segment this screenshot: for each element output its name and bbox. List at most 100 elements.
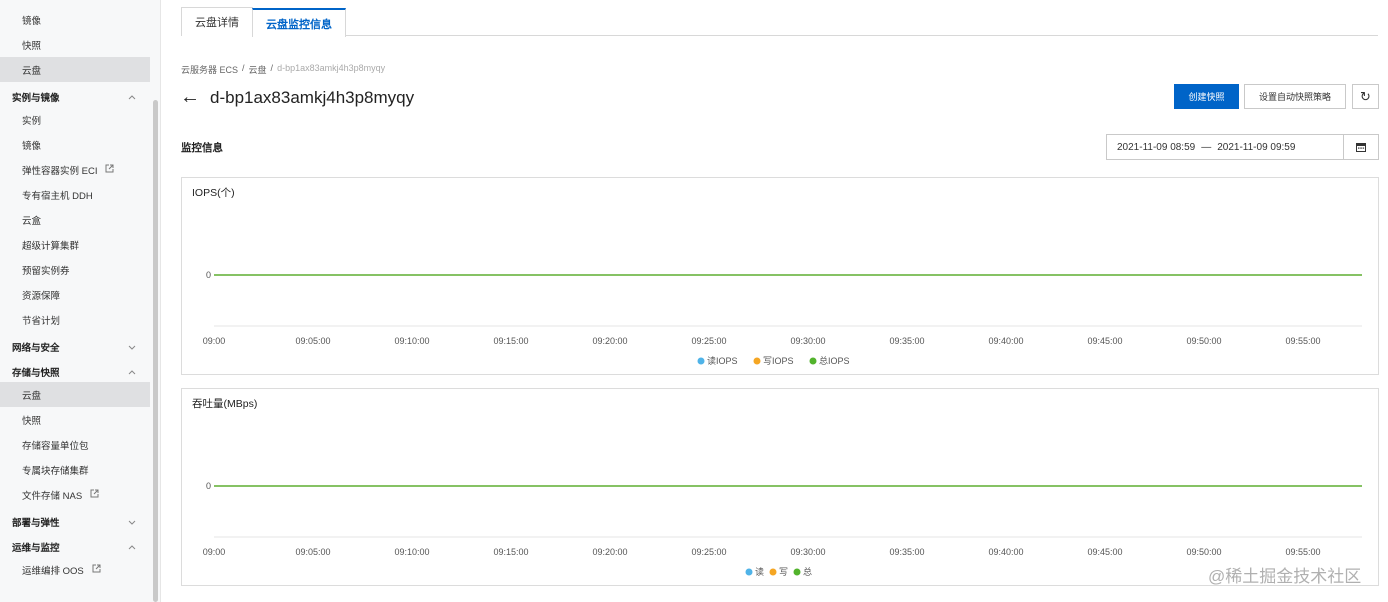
sidebar-item[interactable]: 资源保障 [0,282,150,307]
sidebar-item[interactable]: 镜像 [0,7,150,32]
legend-label: 总 [803,566,812,577]
chevron-down-icon [128,342,136,352]
refresh-icon[interactable]: ↻ [1352,84,1379,109]
sidebar-group[interactable]: 运维与监控 [0,534,150,559]
legend-label: 读 [755,566,764,577]
sidebar-item[interactable]: 节省计划 [0,307,150,332]
x-tick-label: 09:35:00 [889,547,924,557]
x-tick-label: 09:50:00 [1186,547,1221,557]
chart-panel-throughput: 吞吐量(MBps) 0 09:00 09:05:00 09:10:00 09:15:00… [181,388,1379,586]
x-tick-label: 09:25:00 [691,547,726,557]
sidebar-item[interactable]: 云盘 [0,57,150,82]
sidebar-item[interactable]: 专属块存储集群 [0,457,150,482]
date-start: 2021-11-09 08:59 [1117,141,1196,153]
breadcrumb-separator: / [242,63,245,73]
sidebar-item-label: 存储容量单位包 [22,440,89,452]
external-link-icon [92,564,101,575]
x-tick-label: 09:15:00 [493,336,528,346]
legend-marker [793,568,801,576]
sidebar-group[interactable]: 部署与弹性 [0,509,150,534]
sidebar-item[interactable]: 快照 [0,32,150,57]
sidebar-item[interactable]: 云盒 [0,207,150,232]
sidebar-item-label: 运维与监控 [12,542,60,554]
legend-label: 写 [779,567,788,577]
throughput-chart: 0 09:00 09:05:00 09:10:00 09:15:00 09:20:00 09… [203,481,1362,577]
y-tick-label: 0 [206,270,211,280]
sidebar-item-label: 资源保障 [22,290,61,302]
x-tick-label: 09:55:00 [1285,336,1320,346]
sidebar-item-label: 预留实例券 [22,265,70,277]
sidebar-item-label: 超级计算集群 [22,240,80,252]
sidebar-item-label: 实例 [22,115,42,127]
x-tick-label: 09:10:00 [394,336,429,346]
watermark: @稀土掘金技术社区 [1208,567,1362,586]
sidebar-group[interactable]: 实例与镜像 [0,84,150,109]
sidebar-item-label: 云盒 [22,215,42,227]
legend-marker [753,357,761,365]
x-tick-label: 09:15:00 [493,547,528,557]
legend-marker [769,568,777,576]
tab-disk-monitoring[interactable]: 云盘监控信息 [252,8,346,37]
sidebar-item[interactable]: 运维编排 OOS [0,557,150,582]
sidebar-item-label: 节省计划 [22,315,61,327]
sidebar-item-label: 快照 [22,40,42,52]
legend-label: 写IOPS [763,356,794,366]
legend-label: 总IOPS [819,355,850,366]
x-tick-label: 09:50:00 [1186,336,1221,346]
external-link-icon [105,164,114,175]
sidebar-item-label: 云盘 [22,390,42,402]
sidebar-item[interactable]: 弹性容器实例 ECI [0,157,150,182]
x-tick-label: 09:20:00 [592,336,627,346]
breadcrumb-separator: / [270,63,274,73]
chevron-up-icon [128,542,136,552]
sidebar-scrollbar[interactable] [153,100,158,602]
tab-disk-details[interactable]: 云盘详情 [181,7,253,36]
x-tick-label: 09:05:00 [295,547,330,557]
sidebar-item-label: 网络与安全 [12,342,60,354]
sidebar-item[interactable]: 超级计算集群 [0,232,150,257]
sidebar-item[interactable]: 存储容量单位包 [0,432,150,457]
legend-marker [745,568,753,576]
breadcrumb-disk[interactable]: 云盘 [249,63,267,76]
sidebar-item[interactable]: 文件存储 NAS [0,482,150,507]
legend-label: 读IOPS [707,355,738,366]
sidebar-group[interactable]: 存储与快照 [0,359,150,384]
x-tick-label: 09:45:00 [1087,547,1122,557]
sidebar-item-label: 快照 [22,415,42,427]
sidebar-item[interactable]: 云盘 [0,382,150,407]
tab-bar: 云盘详情 云盘监控信息 [181,7,1378,37]
date-end: 2021-11-09 09:59 [1217,141,1296,153]
x-tick-label: 09:05:00 [295,336,330,346]
create-snapshot-button[interactable]: 创建快照 [1174,84,1239,109]
date-range-picker[interactable]: 2021-11-09 08:59 — 2021-11-09 09:59 [1106,134,1379,160]
sidebar-group[interactable]: 网络与安全 [0,334,150,359]
sidebar-item-label: 存储与快照 [12,367,60,379]
sidebar-item[interactable]: 预留实例券 [0,257,150,282]
sidebar-item-label: 部署与弹性 [12,517,60,529]
sidebar-item-label: 运维编排 OOS [22,565,84,577]
sidebar-item-label: 文件存储 NAS [22,490,83,502]
date-separator: — [1201,141,1212,153]
page-title: d-bp1ax83amkj4h3p8myqy [210,88,415,107]
chevron-down-icon [128,517,136,527]
calendar-icon[interactable] [1343,135,1378,159]
x-tick-label: 09:00 [203,547,226,557]
x-tick-label: 09:30:00 [790,547,825,557]
sidebar-item-label: 专属块存储集群 [22,465,89,477]
sidebar-item-label: 弹性容器实例 ECI [22,165,98,177]
sidebar-item[interactable]: 快照 [0,407,150,432]
sidebar-item[interactable]: 专有宿主机 DDH [0,182,150,207]
section-title-monitoring: 监控信息 [181,142,223,154]
legend-marker [697,357,705,365]
x-tick-label: 09:25:00 [691,336,726,346]
arrow-left-icon[interactable]: ← [180,86,200,109]
iops-chart: 0 09:00 09:05:00 09:10:00 09:15:00 09:20:00 09… [203,270,1362,366]
auto-snapshot-policy-button[interactable]: 设置自动快照策略 [1244,84,1346,109]
sidebar-item[interactable]: 实例 [0,107,150,132]
sidebar-item-label: 镜像 [22,15,42,27]
breadcrumb-ecs[interactable]: 云服务器 ECS [181,63,238,76]
sidebar-item[interactable]: 镜像 [0,132,150,157]
x-tick-label: 09:10:00 [394,547,429,557]
y-tick-label: 0 [206,481,211,491]
chevron-up-icon [128,92,136,102]
